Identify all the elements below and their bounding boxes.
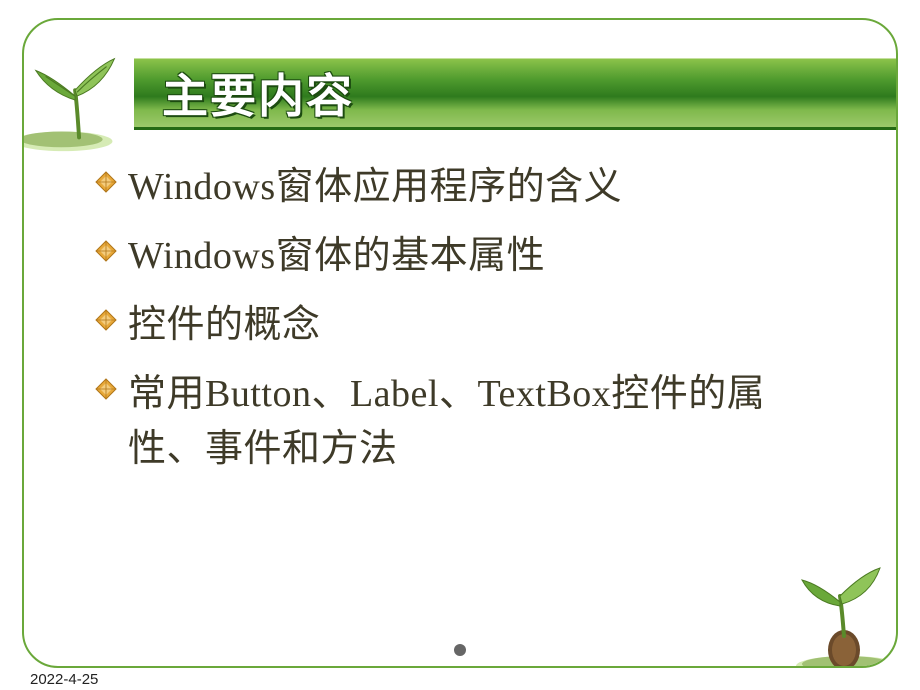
list-item-text: 控件的概念: [128, 298, 321, 353]
list-item-text: Windows窗体的基本属性: [128, 229, 545, 284]
bullet-list: Windows窗体应用程序的含义 Windows窗体的基本属性: [94, 160, 836, 491]
slide-frame: 主要内容 Windows窗体应用程序的含义: [22, 18, 898, 668]
title-bar: 主要内容: [134, 58, 896, 130]
diamond-bullet-icon: [94, 239, 122, 267]
list-item-text: 常用Button、Label、TextBox控件的属性、事件和方法: [128, 367, 836, 477]
footer-date: 2022-4-25: [30, 671, 98, 688]
list-item: 常用Button、Label、TextBox控件的属性、事件和方法: [94, 367, 836, 477]
diamond-bullet-icon: [94, 170, 122, 198]
sprout-right-decoration: [784, 566, 898, 668]
page-indicator-dot: [454, 644, 466, 656]
diamond-bullet-icon: [94, 308, 122, 336]
list-item: 控件的概念: [94, 298, 836, 353]
slide-title: 主要内容: [162, 60, 354, 126]
diamond-bullet-icon: [94, 377, 122, 405]
sprout-left-decoration: [22, 46, 140, 156]
list-item-text: Windows窗体应用程序的含义: [128, 160, 622, 215]
list-item: Windows窗体应用程序的含义: [94, 160, 836, 215]
list-item: Windows窗体的基本属性: [94, 229, 836, 284]
